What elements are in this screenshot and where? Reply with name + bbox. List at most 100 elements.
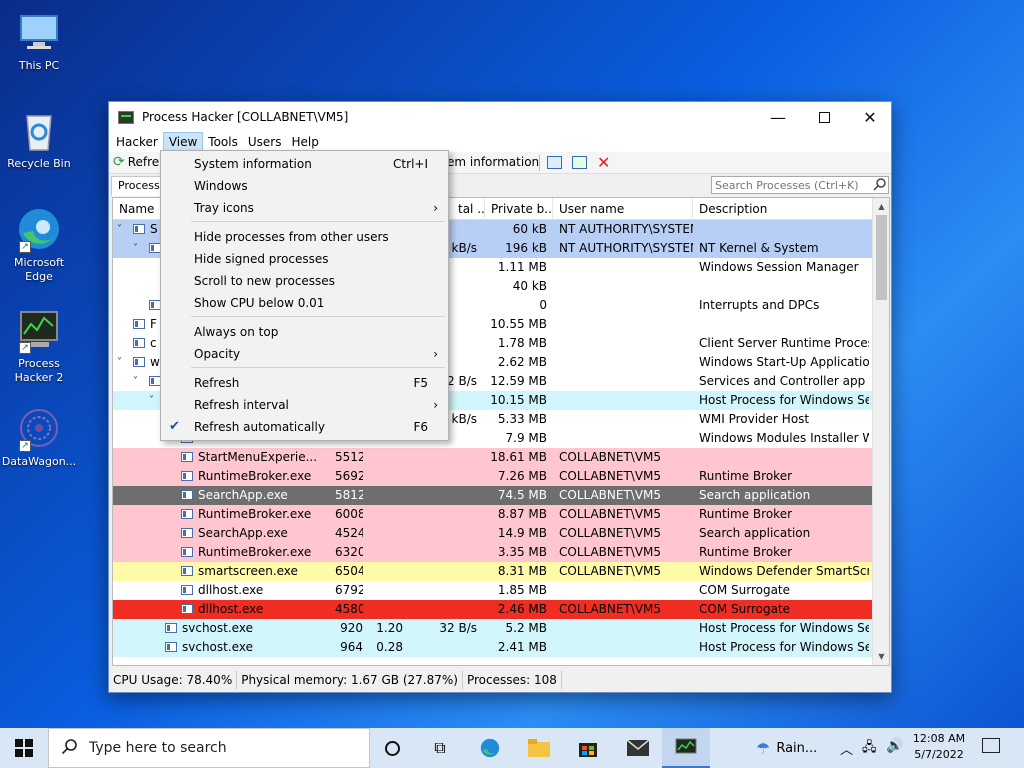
weather-widget[interactable]: ☂ Rain... <box>756 728 817 768</box>
menu-item-label: Always on top <box>194 325 279 339</box>
menu-tools[interactable]: Tools <box>203 132 243 152</box>
close-icon: ✕ <box>863 107 877 127</box>
table-row[interactable]: RuntimeBroker.exe 6320 3.35 MB COLLABNET\VM… <box>113 543 873 562</box>
show-hidden-icons-chevron-icon[interactable]: ︿ <box>840 739 853 758</box>
process-user-name: COLLABNET\VM5 <box>559 602 662 616</box>
desktop-icon-recycle-bin[interactable]: Recycle Bin <box>0 106 78 171</box>
system-information-button[interactable]: em information <box>447 155 539 169</box>
refresh-button[interactable]: ⟳ Refre <box>113 154 159 170</box>
table-row[interactable]: SearchApp.exe 4524 14.9 MB COLLABNET\VM5 Sea… <box>113 524 873 543</box>
expand-toggle-icon[interactable]: ˅ <box>149 391 154 410</box>
menu-item-tray-icons[interactable]: Tray icons › <box>161 197 448 219</box>
store-icon[interactable] <box>564 728 612 768</box>
task-view-button[interactable] <box>368 728 416 768</box>
menu-item-scroll-to-new[interactable]: Scroll to new processes <box>161 270 448 292</box>
menu-hacker[interactable]: Hacker <box>111 132 163 152</box>
menu-item-label: Hide processes from other users <box>194 230 389 244</box>
column-description[interactable]: Description <box>693 198 873 220</box>
network-icon[interactable]: 🖧 <box>862 738 877 760</box>
process-cpu <box>375 524 403 543</box>
desktop-icon-datawagon[interactable]: ↗ DataWagon... <box>0 404 78 469</box>
process-private-bytes: 12.59 MB <box>490 374 547 388</box>
maximize-button[interactable] <box>801 102 847 132</box>
table-row[interactable]: svchost.exe 920 1.20 32 B/s 5.2 MB Host Proce… <box>113 619 873 638</box>
process-hacker-taskbar-icon[interactable] <box>662 728 710 768</box>
process-name: dllhost.exe <box>181 581 339 600</box>
menu-item-label: Hide signed processes <box>194 252 329 266</box>
menu-item-opacity[interactable]: Opacity › <box>161 343 448 365</box>
window-icon[interactable] <box>547 156 562 169</box>
process-user-name: NT AUTHORITY\SYSTEM <box>559 241 693 255</box>
volume-icon[interactable]: 🔊 <box>886 738 903 754</box>
terminate-icon[interactable]: ✕ <box>597 153 610 172</box>
table-row[interactable]: dllhost.exe 4580 2.46 MB COLLABNET\VM5 COM S… <box>113 600 873 619</box>
notifications-icon[interactable] <box>982 738 1000 753</box>
menu-view[interactable]: View <box>162 132 204 152</box>
clock[interactable]: 12:08 AM 5/7/2022 <box>908 731 970 763</box>
process-name-text: dllhost.exe <box>198 583 264 597</box>
mail-icon[interactable] <box>614 728 662 768</box>
process-description: WMI Provider Host <box>699 412 810 426</box>
menu-item-hide-signed[interactable]: Hide signed processes <box>161 248 448 270</box>
table-row[interactable]: RuntimeBroker.exe 5692 7.26 MB COLLABNET\VM… <box>113 467 873 486</box>
scrollbar-thumb[interactable] <box>876 215 887 300</box>
process-private-bytes: 40 kB <box>512 279 547 293</box>
desktop-icon-label: DataWagon... <box>1 455 77 468</box>
process-private-bytes: 1.78 MB <box>497 336 547 350</box>
task-view-icon[interactable]: ⧉ <box>416 728 464 768</box>
menu-item-label: Show CPU below 0.01 <box>194 296 325 310</box>
menu-item-system-information[interactable]: System information Ctrl+I <box>161 153 448 175</box>
table-row[interactable]: SearchApp.exe 5812 74.5 MB COLLABNET\VM5 Sea… <box>113 486 873 505</box>
desktop-icon-process-hacker[interactable]: ↗ Process Hacker 2 <box>0 306 78 385</box>
menu-item-hide-other-users[interactable]: Hide processes from other users <box>161 226 448 248</box>
table-row[interactable]: smartscreen.exe 6504 8.31 MB COLLABNET\VM5 W… <box>113 562 873 581</box>
desktop-icon-this-pc[interactable]: This PC <box>0 8 78 73</box>
title-bar[interactable]: Process Hacker [COLLABNET\VM5] — ✕ <box>109 102 891 132</box>
process-pid: 4580 <box>335 602 363 616</box>
menu-item-shortcut: F5 <box>413 376 428 390</box>
menu-item-refresh[interactable]: Refresh F5 <box>161 372 448 394</box>
datawagon-icon: ↗ <box>15 404 63 452</box>
expand-toggle-icon[interactable]: ˅ <box>133 239 138 258</box>
expand-toggle-icon[interactable]: ˅ <box>117 353 122 372</box>
menu-item-refresh-automatically[interactable]: ✔ Refresh automatically F6 <box>161 416 448 438</box>
minimize-button[interactable]: — <box>755 102 801 132</box>
menu-help[interactable]: Help <box>286 132 323 152</box>
table-row[interactable]: svchost.exe 964 0.28 2.41 MB Host Process fo… <box>113 638 873 657</box>
column-private-bytes[interactable]: Private b... <box>485 198 553 220</box>
scroll-down-icon[interactable]: ▼ <box>873 648 889 665</box>
process-private-bytes: 196 kB <box>505 241 547 255</box>
menu-item-always-on-top[interactable]: Always on top <box>161 321 448 343</box>
shortcut-arrow-icon: ↗ <box>19 241 31 253</box>
menu-item-show-cpu-below[interactable]: Show CPU below 0.01 <box>161 292 448 314</box>
column-name[interactable]: Name <box>113 198 161 220</box>
process-icon <box>181 604 193 614</box>
vertical-scrollbar[interactable]: ▲ ▼ <box>872 198 889 665</box>
edge-taskbar-icon[interactable] <box>466 728 514 768</box>
table-row[interactable]: dllhost.exe 6792 1.85 MB COM Surrogate <box>113 581 873 600</box>
process-name: StartMenuExperie... <box>181 448 339 467</box>
file-explorer-icon[interactable] <box>515 728 563 768</box>
find-window-icon[interactable] <box>572 156 587 169</box>
scroll-up-icon[interactable]: ▲ <box>873 198 889 215</box>
desktop-icon-edge[interactable]: ↗ Microsoft Edge <box>0 205 78 284</box>
menu-item-refresh-interval[interactable]: Refresh interval › <box>161 394 448 416</box>
column-total[interactable]: tal ... <box>452 198 485 220</box>
taskbar-search-box[interactable]: Type here to search <box>48 728 370 768</box>
column-user-name[interactable]: User name <box>553 198 693 220</box>
expand-toggle-icon[interactable]: ˅ <box>117 220 122 239</box>
table-row[interactable]: RuntimeBroker.exe 6008 8.87 MB COLLABNET\VM… <box>113 505 873 524</box>
desktop-icon-label: This PC <box>18 59 60 72</box>
process-icon <box>181 490 193 500</box>
table-row[interactable]: StartMenuExperie... 5512 18.61 MB COLLABNET… <box>113 448 873 467</box>
process-description: Host Process for Windows Ser... <box>699 640 869 654</box>
search-input[interactable] <box>711 176 889 194</box>
search-icon[interactable] <box>873 177 887 191</box>
menu-users[interactable]: Users <box>243 132 287 152</box>
menu-item-windows[interactable]: Windows <box>161 175 448 197</box>
process-pid: 6504 <box>335 564 363 578</box>
close-button[interactable]: ✕ <box>847 102 893 132</box>
taskbar: Type here to search ⧉ ☂ Rain... ︿ 🖧 🔊 12… <box>0 728 1024 768</box>
start-button[interactable] <box>0 728 48 768</box>
expand-toggle-icon[interactable]: ˅ <box>133 372 138 391</box>
